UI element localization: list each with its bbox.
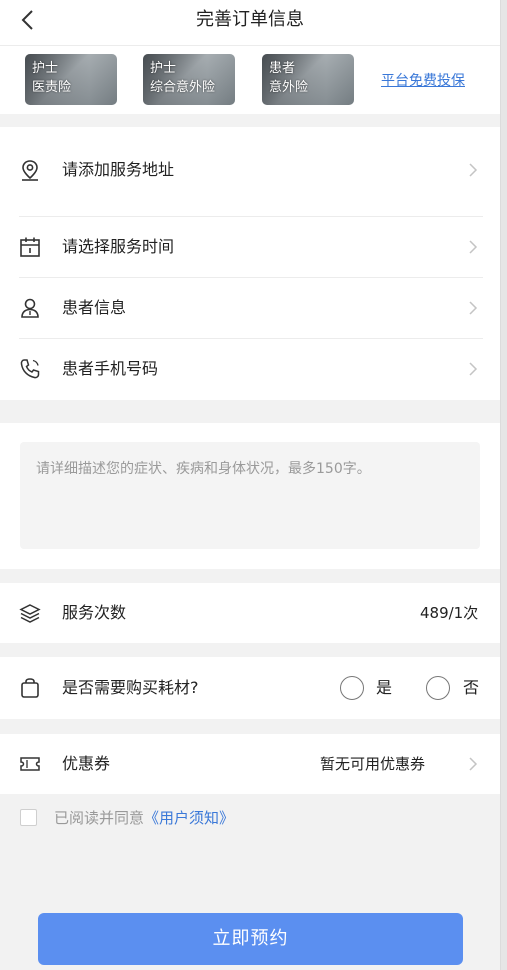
agreement-text: 已阅读并同意《用户须知》 [54,807,234,828]
service-count-value: 489/1次 [420,604,479,622]
address-label: 请添加服务地址 [62,160,175,179]
chevron-right-icon [469,757,478,771]
badge-line1: 护士 [150,61,177,76]
nav-header: 完善订单信息 [0,0,500,46]
service-info-card: 请添加服务地址 请选择服务时间 患者信息 患者手机号码 [0,127,500,400]
service-count-row: 服务次数 489/1次 [0,583,500,643]
symptom-description-input[interactable]: 请详细描述您的症状、疾病和身体状况，最多150字。 [20,442,480,549]
chevron-right-icon [469,163,478,177]
chevron-right-icon [469,362,478,376]
patient-phone-label: 患者手机号码 [62,359,159,378]
badge-line1: 护士 [32,61,59,76]
user-notice-link[interactable]: 《用户须知》 [144,809,234,827]
phone-icon [20,359,40,379]
patient-phone-row[interactable]: 患者手机号码 [0,339,500,399]
badge-line1: 患者 [269,61,296,76]
insurance-badge-nurse-accident: 护士 综合意外险 [143,54,235,105]
agreement-checkbox[interactable] [20,809,37,826]
chevron-left-icon [21,10,33,30]
materials-no-label[interactable]: 否 [463,658,479,718]
insurance-bar: 护士 医责险 护士 综合意外险 患者 意外险 平台免费投保 [0,46,500,114]
chevron-right-icon [469,301,478,315]
materials-row: 是否需要购买耗材? 是 否 [0,657,500,719]
ticket-icon [20,757,40,771]
materials-yes-label[interactable]: 是 [376,658,392,718]
service-count-label: 服务次数 [62,603,127,622]
materials-no-radio[interactable] [426,676,450,700]
service-time-row[interactable]: 请选择服务时间 [0,217,500,277]
bag-icon [21,678,39,698]
badge-line2: 医责险 [32,80,72,95]
calendar-icon [20,237,40,257]
layers-icon [19,604,41,623]
location-pin-icon [22,160,38,181]
insurance-badge-patient-accident: 患者 意外险 [262,54,354,105]
agreement-row: 已阅读并同意《用户须知》 [0,795,500,843]
free-insurance-link[interactable]: 平台免费投保 [381,70,465,90]
order-page: 完善订单信息 护士 医责险 护士 综合意外险 患者 意外险 平台免费投保 请添加… [0,0,500,970]
materials-yes-radio[interactable] [340,676,364,700]
materials-label: 是否需要购买耗材? [62,678,199,697]
scrollbar[interactable] [500,0,507,970]
back-button[interactable] [14,6,44,36]
agreement-prefix: 已阅读并同意 [54,809,145,827]
service-time-label: 请选择服务时间 [62,237,175,256]
coupon-label: 优惠券 [62,754,111,773]
page-title: 完善订单信息 [196,9,304,30]
patient-info-row[interactable]: 患者信息 [0,278,500,338]
chevron-right-icon [469,240,478,254]
patient-icon [21,298,39,318]
address-row[interactable]: 请添加服务地址 [0,140,500,200]
coupon-row[interactable]: 优惠券 暂无可用优惠券 [0,734,500,794]
insurance-badge-nurse-liability: 护士 医责险 [25,54,117,105]
book-now-button[interactable]: 立即预约 [38,913,463,965]
badge-line2: 综合意外险 [150,80,216,95]
description-placeholder: 请详细描述您的症状、疾病和身体状况，最多150字。 [36,461,371,477]
coupon-value: 暂无可用优惠券 [320,755,426,773]
badge-line2: 意外险 [269,80,309,95]
patient-info-label: 患者信息 [62,298,127,317]
